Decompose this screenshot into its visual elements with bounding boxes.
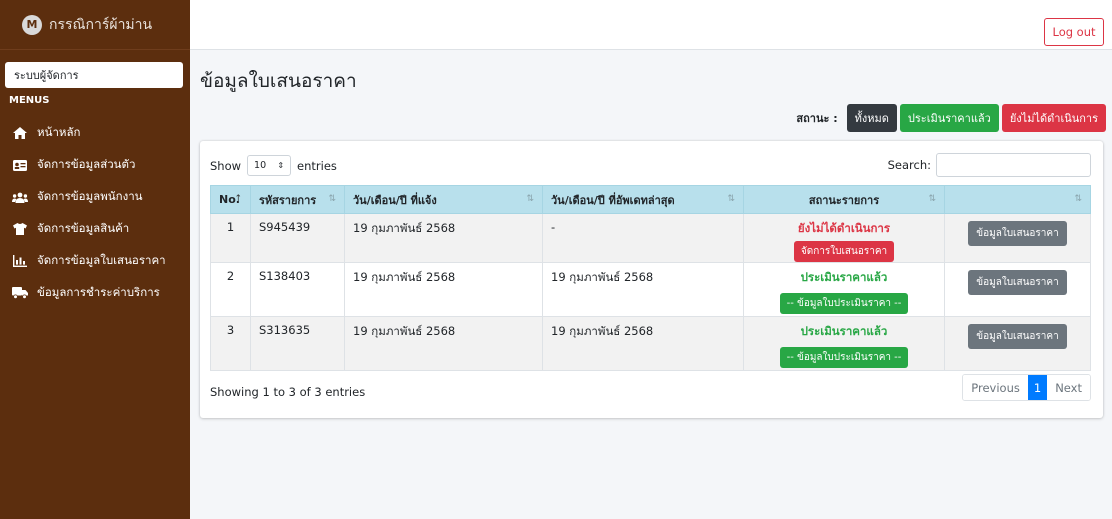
- row-action: ข้อมูลใบเสนอราคา: [944, 262, 1091, 317]
- brand-name: กรรณิการ์ผ้าม่าน: [49, 16, 153, 33]
- shirt-icon: [12, 223, 28, 235]
- row-reported-date: 19 กุมภาพันธ์ 2568: [344, 213, 543, 263]
- sidebar-item-label: จัดการข้อมูลสินค้า: [37, 221, 130, 235]
- status-text: ประเมินราคาแล้ว: [800, 324, 888, 338]
- filter-evaluated-button[interactable]: ประเมินราคาแล้ว: [899, 104, 999, 132]
- table-row: 2 S138403 19 กุมภาพันธ์ 2568 19 กุมภาพัน…: [210, 262, 1091, 317]
- filter-pending-button[interactable]: ยังไม่ได้ดำเนินการ: [1001, 104, 1106, 132]
- quotation-info-button[interactable]: ข้อมูลใบเสนอราคา: [968, 221, 1067, 246]
- manage-quotation-button[interactable]: จัดการใบเสนอราคา: [793, 241, 895, 262]
- table-row: 3 S313635 19 กุมภาพันธ์ 2568 19 กุมภาพัน…: [210, 316, 1091, 371]
- row-status: ยังไม่ได้ดำเนินการ จัดการใบเสนอราคา: [743, 213, 945, 263]
- top-navbar: Log out: [190, 0, 1112, 50]
- status-filter-label: สถานะ :: [796, 112, 838, 125]
- row-status: ประเมินราคาแล้ว -- ข้อมูลใบประเมินราคา -…: [743, 262, 945, 317]
- sidebar: M กรรณิการ์ผ้าม่าน ระบบผู้จัดการ MENUS ห…: [0, 0, 190, 519]
- quotation-table: No. ↑ รหัสรายการ ⇅ วัน/เดือน/ปี ที่แจ้ง ⇅ ว…: [210, 185, 1091, 371]
- sort-icon: ⇅: [727, 194, 735, 204]
- sidebar-item-label: จัดการข้อมูลพนักงาน: [37, 189, 143, 203]
- sort-icon: ⇅: [526, 194, 534, 204]
- sort-asc-icon: ↑: [234, 194, 242, 204]
- brand[interactable]: M กรรณิการ์ผ้าม่าน: [0, 0, 190, 50]
- sidebar-item-label: หน้าหลัก: [37, 125, 81, 139]
- row-number: 3: [210, 316, 251, 371]
- search-label: Search:: [887, 158, 931, 172]
- page-title: ข้อมูลใบเสนอราคา: [200, 70, 357, 92]
- row-number: 1: [210, 213, 251, 263]
- sidebar-item-label: จัดการข้อมูลส่วนตัว: [37, 157, 136, 171]
- quotation-info-button[interactable]: ข้อมูลใบเสนอราคา: [968, 324, 1067, 349]
- row-updated-date: 19 กุมภาพันธ์ 2568: [542, 316, 744, 371]
- status-text: ยังไม่ได้ดำเนินการ: [797, 221, 891, 235]
- row-number: 2: [210, 262, 251, 317]
- table-info: Showing 1 to 3 of 3 entries: [210, 385, 366, 399]
- sidebar-item-profile[interactable]: จัดการข้อมูลส่วนตัว: [12, 155, 135, 175]
- sort-icon: ⇅: [1074, 194, 1082, 204]
- pagination: Previous 1 Next: [962, 374, 1091, 401]
- home-icon: [12, 127, 28, 139]
- id-card-icon: [12, 159, 28, 171]
- users-icon: [12, 192, 28, 203]
- logout-button[interactable]: Log out: [1044, 18, 1104, 46]
- next-page-button[interactable]: Next: [1047, 375, 1090, 400]
- sidebar-item-products[interactable]: จัดการข้อมูลสินค้า: [12, 219, 129, 239]
- entries-label: entries: [297, 158, 337, 173]
- search-control: Search:: [888, 153, 1091, 177]
- sidebar-item-payments[interactable]: ข้อมูลการชำระค่าบริการ: [12, 283, 160, 303]
- sort-icon: ⇅: [928, 194, 936, 204]
- quotation-info-button[interactable]: ข้อมูลใบเสนอราคา: [968, 270, 1067, 295]
- select-arrows-icon: ⇕: [277, 161, 285, 170]
- sidebar-item-quotations[interactable]: จัดการข้อมูลใบเสนอราคา: [12, 251, 166, 271]
- evaluation-info-button[interactable]: -- ข้อมูลใบประเมินราคา --: [779, 347, 909, 368]
- sidebar-item-employees[interactable]: จัดการข้อมูลพนักงาน: [12, 187, 143, 207]
- search-input[interactable]: [936, 153, 1091, 177]
- row-status: ประเมินราคาแล้ว -- ข้อมูลใบประเมินราคา -…: [743, 316, 945, 371]
- sidebar-item-label: จัดการข้อมูลใบเสนอราคา: [37, 253, 166, 267]
- row-reported-date: 19 กุมภาพันธ์ 2568: [344, 316, 543, 371]
- column-header-action[interactable]: ⇅: [944, 185, 1091, 214]
- quotation-card: Show 10 ⇕ entries Search: No. ↑ รหัสรายกา…: [200, 141, 1103, 418]
- row-code: S945439: [250, 213, 345, 263]
- column-header-status[interactable]: สถานะรายการ ⇅: [743, 185, 945, 214]
- column-header-updated-date[interactable]: วัน/เดือน/ปี ที่อัพเดทล่าสุด ⇅: [542, 185, 744, 214]
- page-length-select[interactable]: 10 ⇕: [247, 155, 292, 176]
- row-code: S313635: [250, 316, 345, 371]
- row-code: S138403: [250, 262, 345, 317]
- chart-icon: [12, 255, 28, 267]
- table-header-row: No. ↑ รหัสรายการ ⇅ วัน/เดือน/ปี ที่แจ้ง ⇅ ว…: [210, 185, 1091, 214]
- row-updated-date: 19 กุมภาพันธ์ 2568: [542, 262, 744, 317]
- row-reported-date: 19 กุมภาพันธ์ 2568: [344, 262, 543, 317]
- table-row: 1 S945439 19 กุมภาพันธ์ 2568 - ยังไม่ได้…: [210, 213, 1091, 263]
- page-length-control: Show 10 ⇕ entries: [210, 155, 337, 176]
- row-action: ข้อมูลใบเสนอราคา: [944, 316, 1091, 371]
- row-updated-date: -: [542, 213, 744, 263]
- sort-icon: ⇅: [328, 194, 336, 204]
- previous-page-button[interactable]: Previous: [963, 375, 1028, 400]
- page-length-value: 10: [254, 160, 267, 171]
- show-label: Show: [210, 158, 242, 173]
- status-filter: สถานะ : ทั้งหมด ประเมินราคาแล้ว ยังไม่ได…: [796, 104, 1106, 132]
- sidebar-item-label: ข้อมูลการชำระค่าบริการ: [37, 285, 160, 299]
- admin-system-button[interactable]: ระบบผู้จัดการ: [5, 62, 183, 88]
- column-header-no[interactable]: No. ↑: [210, 185, 251, 214]
- column-header-code[interactable]: รหัสรายการ ⇅: [250, 185, 345, 214]
- column-header-reported-date[interactable]: วัน/เดือน/ปี ที่แจ้ง ⇅: [344, 185, 543, 214]
- filter-all-button[interactable]: ทั้งหมด: [846, 104, 897, 132]
- page-1-button[interactable]: 1: [1027, 375, 1048, 400]
- sidebar-item-home[interactable]: หน้าหลัก: [12, 123, 81, 143]
- brand-logo: M: [22, 14, 42, 35]
- menus-heading: MENUS: [9, 95, 50, 106]
- evaluation-info-button[interactable]: -- ข้อมูลใบประเมินราคา --: [779, 293, 909, 314]
- status-text: ประเมินราคาแล้ว: [800, 270, 888, 284]
- row-action: ข้อมูลใบเสนอราคา: [944, 213, 1091, 263]
- truck-icon: [12, 287, 28, 299]
